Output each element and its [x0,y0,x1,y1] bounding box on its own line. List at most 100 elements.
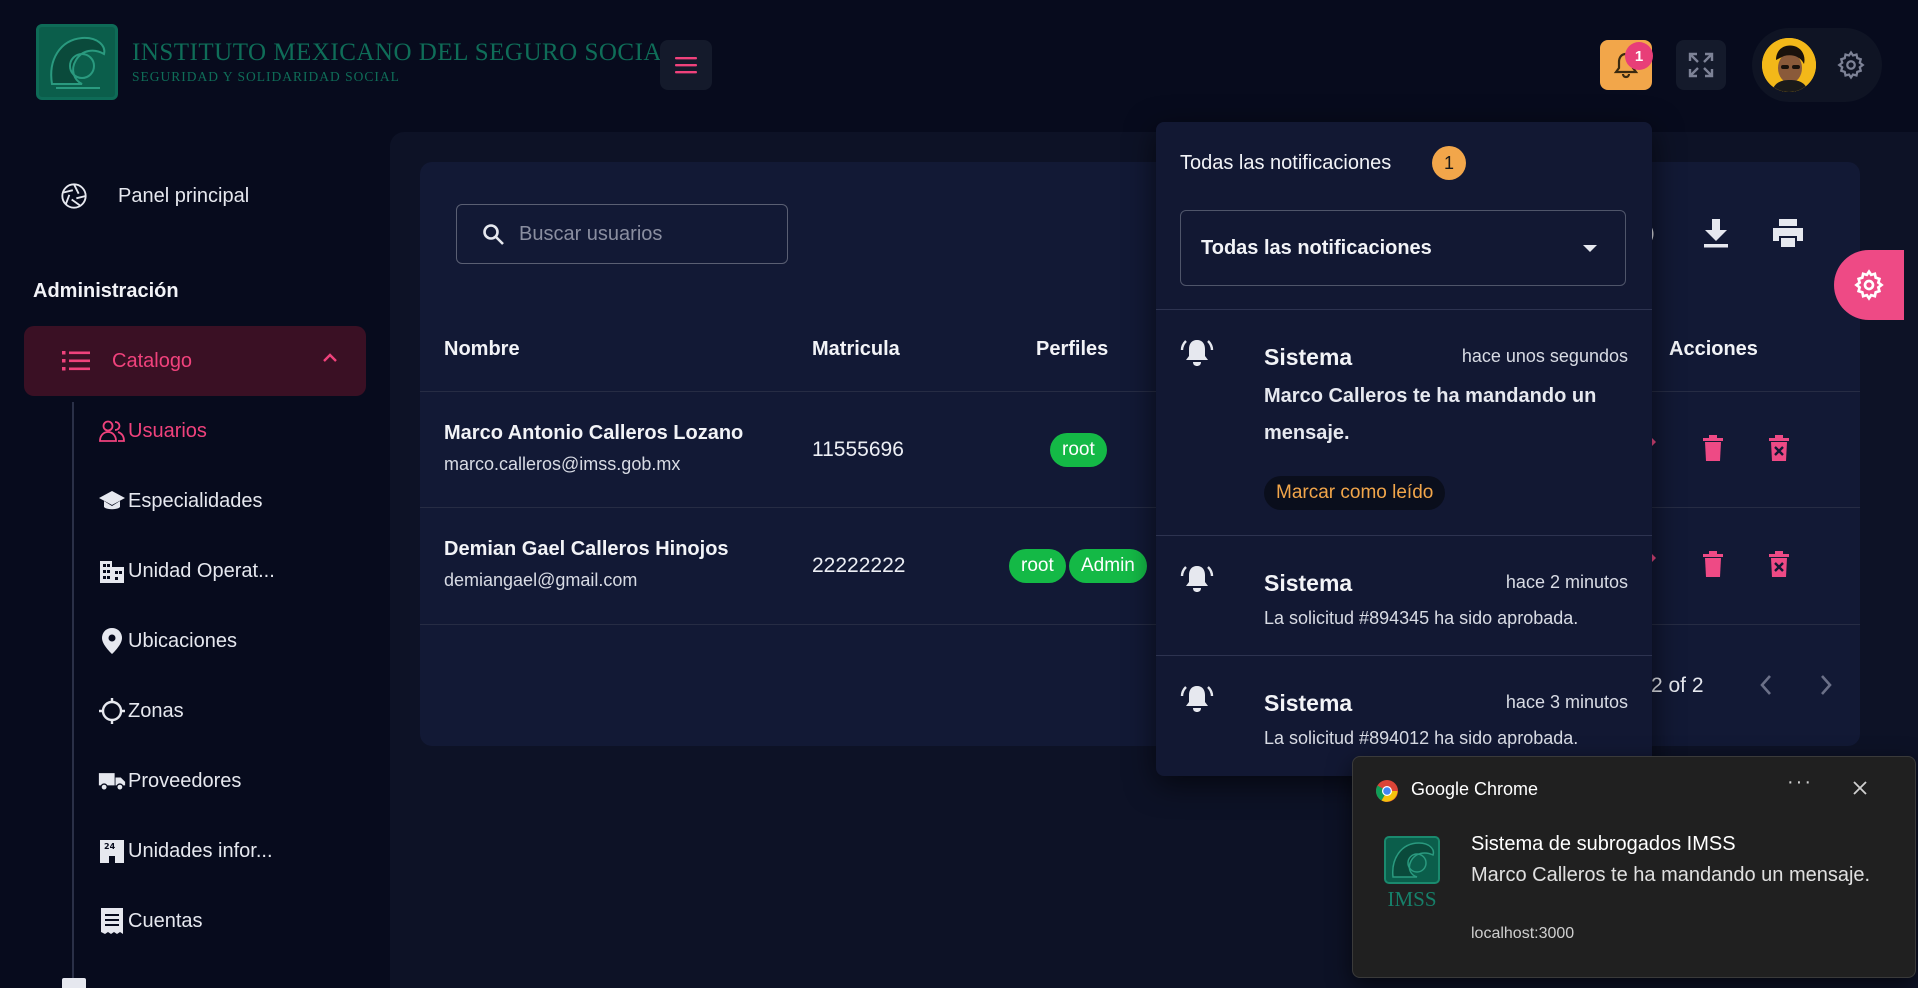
user-matricula: 11555696 [812,438,904,461]
print-icon [1773,219,1803,247]
trash-x-icon [1769,435,1789,461]
sidebar-item-label: Zonas [128,699,184,722]
notification-time: hace 2 minutos [1505,572,1628,592]
store-24-icon: 24 [98,837,126,865]
pagination-range: -2 of 2 [1644,674,1704,697]
notification-time: hace unos segundos [1461,346,1628,366]
close-icon[interactable] [1851,779,1869,797]
delete-forever-button[interactable] [1768,550,1790,578]
divider [1156,655,1652,656]
sidebar-item-label: Panel principal [118,184,250,207]
delete-forever-button[interactable] [1768,434,1790,462]
gear-icon [1854,269,1884,301]
crosshair-icon [98,697,126,725]
toast-title: Sistema de subrogados IMSS [1471,833,1736,855]
list-icon [62,351,90,371]
sidebar-item-cuentas[interactable]: Cuentas [98,907,203,935]
search-box[interactable] [456,204,788,264]
print-button[interactable] [1772,218,1804,248]
column-header-nombre[interactable]: Nombre [444,338,520,361]
notification-message: La solicitud #894345 ha sido aprobada. [1264,608,1579,628]
notifications-button[interactable]: 1 [1600,40,1653,90]
sidebar-item-ubicaciones[interactable]: Ubicaciones [98,627,237,655]
download-button[interactable] [1702,218,1730,248]
notifications-filter-select[interactable]: Todas las notificaciones [1180,210,1626,286]
receipt-icon [98,907,126,935]
chevron-up-icon[interactable] [322,352,338,364]
column-header-matricula[interactable]: Matricula [812,338,900,361]
section-title-administracion: Administración [33,280,179,302]
toast-body: Marco Calleros te ha mandando un mensaje… [1471,864,1871,886]
sidebar-item-label: Proveedores [128,769,242,792]
download-icon [1704,219,1728,248]
notification-sender: Sistema [1264,570,1353,596]
notification-message: La solicitud #894012 ha sido aprobada. [1264,728,1579,748]
imss-logo-icon: IMSS [1381,835,1443,909]
location-pin-icon [98,627,126,655]
toast-app-name: Google Chrome [1411,779,1539,799]
user-matricula: 22222222 [812,554,906,577]
sidebar-item-unidades-informacion[interactable]: 24 Unidades infor... [98,837,273,865]
delete-button[interactable] [1702,550,1724,578]
gear-icon[interactable] [1836,50,1866,80]
user-menu[interactable] [1752,28,1882,102]
notifications-panel: Todas las notificaciones 1 Todas las not… [1156,122,1652,776]
sidebar-item-proveedores[interactable]: Proveedores [98,767,241,795]
truck-icon [98,767,126,795]
trash-x-icon [1769,551,1789,577]
sidebar-item-catalogo[interactable]: Catalogo [24,326,366,396]
svg-text:24: 24 [104,842,116,851]
imss-logo[interactable]: INSTITUTO MEXICANO DEL SEGURO SOCIAL SEG… [36,24,678,100]
theme-settings-button[interactable] [1834,250,1904,320]
more-options-button[interactable]: ··· [1787,771,1813,794]
column-header-acciones: Acciones [1669,338,1758,360]
sidebar-item-zonas[interactable]: Zonas [98,697,184,725]
hamburger-icon [675,57,697,74]
delete-button[interactable] [1702,434,1724,462]
mark-as-read-button[interactable]: Marcar como leído [1264,476,1446,510]
notification-badge: 1 [1625,42,1653,70]
chevron-left-icon [1760,675,1771,695]
sidebar-item-label: Unidades infor... [128,839,273,862]
profile-chip: root [1050,433,1107,467]
user-email: marco.calleros@imss.gob.mx [444,454,681,474]
user-name: Marco Antonio Calleros Lozano [444,422,744,444]
divider [1156,535,1652,536]
profile-chip: Admin [1069,549,1147,583]
sidebar-item-partial[interactable] [60,976,88,988]
search-input[interactable] [519,222,759,246]
trash-icon [1703,551,1723,577]
previous-page-button[interactable] [1756,672,1776,698]
fullscreen-button[interactable] [1676,40,1726,90]
sidebar-item-usuarios[interactable]: Usuarios [98,417,207,445]
sidebar-item-label: Usuarios [128,419,207,442]
sidebar-item-panel-principal[interactable]: Panel principal [60,182,249,210]
sidebar-item-label: Unidad Operat... [128,559,275,582]
imss-eagle-logo-icon [36,24,118,100]
profile-chip: root [1009,549,1066,583]
chrome-icon [1375,779,1399,803]
notification-sender: Sistema [1264,690,1353,716]
alarm-bell-icon [1180,682,1214,714]
users-icon [98,417,126,445]
chevron-right-icon [1821,675,1832,695]
logo-subtitle: SEGURIDAD Y SOLIDARIDAD SOCIAL [132,69,400,85]
chrome-notification-toast[interactable]: Google Chrome ··· IMSS Sistema de subrog… [1352,756,1916,978]
graduation-cap-icon [98,487,126,515]
sidebar-item-especialidades[interactable]: Especialidades [98,487,263,515]
sidebar-item-label: Especialidades [128,489,263,512]
alarm-bell-icon [1180,562,1214,594]
trash-icon [1703,435,1723,461]
notification-sender: Sistema [1264,344,1353,370]
menu-toggle-button[interactable] [660,40,712,90]
notification-time: hace 3 minutos [1505,692,1628,712]
search-icon [483,224,504,245]
expand-icon [1688,52,1714,78]
submenu-line [72,402,74,986]
avatar[interactable] [1762,38,1816,92]
notifications-title: Todas las notificaciones [1180,152,1392,174]
sidebar-item-unidad-operativa[interactable]: Unidad Operat... [98,557,275,585]
next-page-button[interactable] [1816,672,1836,698]
card-icon [62,978,86,988]
column-header-perfiles[interactable]: Perfiles [1036,338,1108,361]
